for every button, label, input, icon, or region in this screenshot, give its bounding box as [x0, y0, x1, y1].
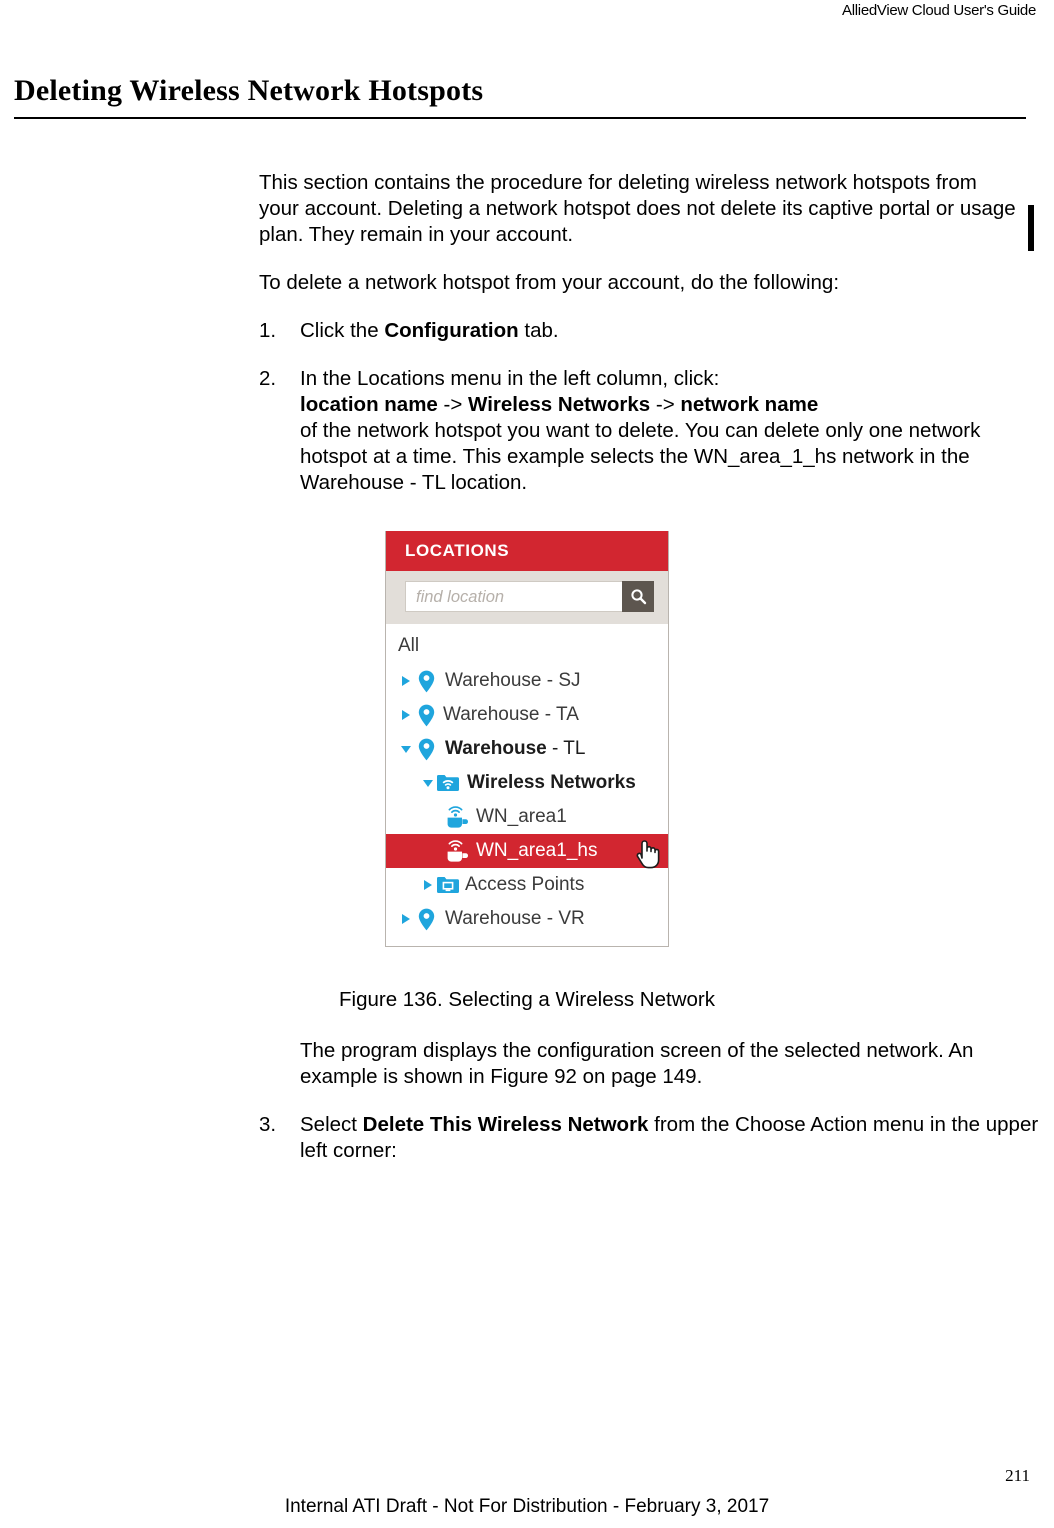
- step-2-path-location-name: location name: [300, 393, 438, 416]
- step-2-path-separator-1: ->: [437, 393, 469, 416]
- chevron-down-icon[interactable]: [420, 778, 435, 788]
- step-3-bold-term: Delete This Wireless Network: [362, 1113, 649, 1136]
- page-number: 211: [1005, 1466, 1030, 1485]
- tree-item-warehouse-tl[interactable]: Warehouse - TL: [386, 732, 668, 766]
- map-pin-icon: [413, 908, 439, 931]
- step-2: 2. In the Locations menu in the left colu…: [259, 366, 1019, 496]
- locations-panel-header: LOCATIONS: [386, 531, 668, 571]
- tree-item-label: Access Points: [465, 874, 585, 895]
- access-point-folder-icon: [435, 875, 461, 895]
- search-button[interactable]: [622, 581, 654, 612]
- step-1-text-after: tab.: [518, 319, 559, 342]
- chevron-right-icon[interactable]: [398, 913, 413, 925]
- chevron-right-icon[interactable]: [398, 675, 413, 687]
- tree-item-warehouse-sj[interactable]: Warehouse - SJ: [386, 664, 668, 698]
- step-2-path-wireless-networks: Wireless Networks: [468, 393, 651, 416]
- step-1-bold-term: Configuration: [384, 319, 519, 342]
- chevron-right-icon[interactable]: [398, 709, 413, 721]
- hand-pointer-cursor: [632, 836, 662, 870]
- tree-item-access-points[interactable]: Access Points: [386, 868, 668, 902]
- map-pin-icon: [413, 738, 439, 761]
- change-bar: [1028, 205, 1034, 251]
- wifi-folder-icon: [435, 773, 461, 793]
- step-1-text-before: Click the: [300, 319, 385, 342]
- step-3-text-before: Select: [300, 1113, 363, 1136]
- tree-item-all[interactable]: All: [386, 632, 668, 664]
- running-header: AlliedView Cloud User's Guide: [842, 2, 1036, 19]
- page-title: Deleting Wireless Network Hotspots: [14, 74, 484, 107]
- step-1-number: 1.: [259, 319, 277, 342]
- search-icon: [630, 589, 646, 605]
- step-2-line-1: In the Locations menu in the left column…: [300, 367, 720, 390]
- tree-item-label: WN_area1_hs: [476, 840, 598, 861]
- tree-item-wn-area1[interactable]: WN_area1: [386, 800, 668, 834]
- tree-item-label: Warehouse - SJ: [445, 670, 581, 691]
- tree-item-warehouse-ta[interactable]: Warehouse - TA: [386, 698, 668, 732]
- tree-item-label: WN_area1: [476, 806, 567, 827]
- procedure-step-list: 1. Click the Configuration tab. 2. In the …: [259, 318, 1019, 496]
- title-divider: [14, 117, 1026, 119]
- step-2-number: 2.: [259, 367, 277, 390]
- tree-item-label: Wireless Networks: [467, 772, 636, 793]
- intro-paragraph-2: To delete a network hotspot from your ac…: [259, 271, 840, 294]
- body-text-lower: The program displays the configuration s…: [259, 1038, 1039, 1186]
- after-figure-paragraph: The program displays the configuration s…: [300, 1039, 974, 1088]
- step-3-number: 3.: [259, 1113, 277, 1136]
- step-1: 1. Click the Configuration tab.: [259, 318, 1019, 344]
- tree-item-wn-area1-hs[interactable]: WN_area1_hs: [386, 834, 668, 870]
- tree-item-wireless-networks[interactable]: Wireless Networks: [386, 766, 668, 800]
- step-2-line-3: of the network hotspot you want to delet…: [300, 419, 981, 494]
- figure-caption: Figure 136. Selecting a Wireless Network: [339, 988, 715, 1011]
- tree-item-warehouse-vr[interactable]: Warehouse - VR: [386, 902, 668, 936]
- hotspot-cup-icon: [444, 804, 470, 830]
- tree-item-label: Warehouse - TA: [443, 704, 579, 725]
- intro-paragraph-1: This section contains the procedure for …: [259, 171, 1016, 246]
- map-pin-icon: [413, 670, 439, 693]
- step-2-path-network-name: network name: [680, 393, 819, 416]
- map-pin-icon: [413, 704, 439, 727]
- tree-item-label: Warehouse - VR: [445, 908, 585, 929]
- tree-item-label-rest: - TL: [546, 738, 586, 759]
- locations-panel: LOCATIONS find location All Warehouse - …: [385, 531, 669, 947]
- find-location-input[interactable]: find location: [405, 581, 622, 612]
- locations-tree: All Warehouse - SJ Warehouse - TA Wareho…: [386, 624, 668, 946]
- figure-136: LOCATIONS find location All Warehouse - …: [0, 531, 1054, 947]
- step-3: 3. Select Delete This Wireless Network fr…: [259, 1112, 1039, 1164]
- tree-item-label-bold: Warehouse: [445, 738, 547, 759]
- chevron-right-icon[interactable]: [420, 879, 435, 891]
- hotspot-cup-icon: [444, 838, 470, 864]
- chevron-down-icon[interactable]: [398, 744, 413, 754]
- body-text-upper: This section contains the procedure for …: [259, 170, 1019, 518]
- footer-note: Internal ATI Draft - Not For Distributio…: [284, 1496, 770, 1517]
- step-2-path-separator-2: ->: [650, 393, 681, 416]
- locations-search-bar: find location: [386, 571, 668, 624]
- tree-item-label: Warehouse - TL: [439, 738, 585, 760]
